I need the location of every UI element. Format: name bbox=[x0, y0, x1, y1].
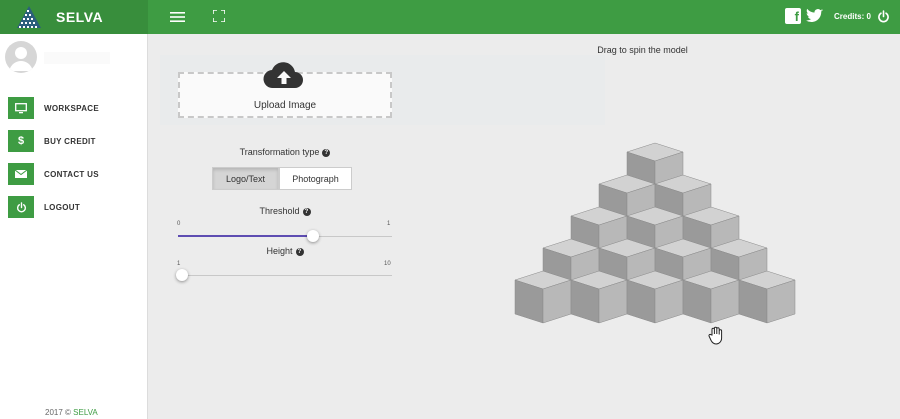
model-cube bbox=[570, 270, 628, 324]
hamburger-menu-icon[interactable] bbox=[170, 10, 185, 24]
height-label-text: Height bbox=[266, 246, 293, 256]
dollar-icon: $ bbox=[8, 130, 34, 152]
footer-prefix: 2017 © bbox=[45, 408, 74, 417]
sidebar-item-label: WORKSPACE bbox=[44, 103, 99, 113]
power-icon[interactable] bbox=[877, 10, 890, 23]
user-icon bbox=[9, 47, 33, 71]
logo-text-button[interactable]: Logo/Text bbox=[212, 167, 279, 190]
height-min: 1 bbox=[177, 261, 181, 267]
sidebar-item-buy-credit[interactable]: $ BUY CREDIT bbox=[8, 130, 138, 152]
photograph-button[interactable]: Photograph bbox=[279, 167, 352, 190]
sidebar-item-label: LOGOUT bbox=[44, 202, 81, 212]
top-header: SELVA f Credits: 0 bbox=[0, 0, 900, 34]
monitor-icon bbox=[8, 97, 34, 119]
threshold-slider-thumb[interactable] bbox=[306, 230, 319, 242]
twitter-icon[interactable] bbox=[806, 8, 823, 24]
sidebar-item-logout[interactable]: LOGOUT bbox=[8, 196, 138, 218]
sidebar-item-label: CONTACT US bbox=[44, 169, 99, 179]
spin-hint-text: Drag to spin the model bbox=[597, 45, 688, 55]
model-cube bbox=[682, 270, 740, 324]
mail-icon bbox=[8, 163, 34, 185]
model-cube bbox=[514, 270, 572, 324]
upload-image-label: Upload Image bbox=[253, 100, 317, 111]
height-label: Height? bbox=[178, 246, 392, 256]
hand-cursor-icon bbox=[708, 326, 723, 345]
credits-counter: Credits: 0 bbox=[834, 12, 871, 21]
sidebar-item-contact-us[interactable]: CONTACT US bbox=[8, 163, 138, 185]
footer-brand-link[interactable]: SELVA bbox=[73, 408, 98, 417]
model-cube bbox=[738, 270, 796, 324]
help-icon[interactable]: ? bbox=[302, 208, 311, 216]
help-icon[interactable]: ? bbox=[295, 248, 304, 256]
transformation-type-text: Transformation type bbox=[239, 147, 320, 157]
3d-model-viewer[interactable] bbox=[510, 138, 800, 400]
cloud-upload-icon[interactable] bbox=[262, 60, 306, 90]
brand-area: SELVA bbox=[0, 0, 148, 34]
power-icon bbox=[8, 196, 34, 218]
threshold-slider-fill bbox=[178, 235, 313, 237]
threshold-max: 1 bbox=[387, 221, 391, 227]
sidebar: WORKSPACE $ BUY CREDIT CONTACT US LOGOUT… bbox=[0, 34, 148, 419]
height-max: 10 bbox=[384, 261, 391, 267]
logo-icon bbox=[17, 6, 41, 28]
threshold-min: 0 bbox=[177, 221, 181, 227]
height-slider-thumb[interactable] bbox=[176, 269, 188, 281]
brand-name: SELVA bbox=[56, 9, 104, 25]
sidebar-item-label: BUY CREDIT bbox=[44, 136, 96, 146]
facebook-icon[interactable]: f bbox=[785, 8, 801, 24]
height-slider-track[interactable] bbox=[178, 275, 392, 276]
footer-copyright: 2017 © SELVA bbox=[45, 408, 98, 417]
sidebar-item-workspace[interactable]: WORKSPACE bbox=[8, 97, 138, 119]
transformation-type-label: Transformation type? bbox=[178, 147, 392, 157]
threshold-label: Threshold? bbox=[178, 206, 392, 216]
model-cube bbox=[626, 270, 684, 324]
help-icon[interactable]: ? bbox=[322, 149, 331, 157]
username-placeholder bbox=[44, 52, 110, 64]
threshold-label-text: Threshold bbox=[259, 206, 300, 216]
avatar[interactable] bbox=[5, 41, 37, 73]
fullscreen-icon[interactable] bbox=[213, 10, 225, 22]
